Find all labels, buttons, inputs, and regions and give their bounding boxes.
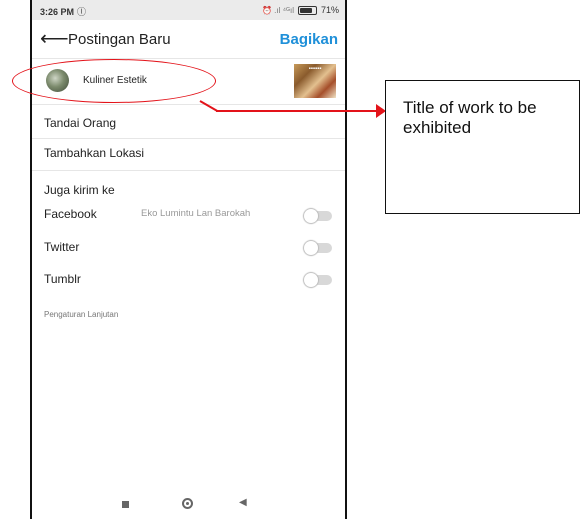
battery-percent: 71%	[320, 5, 339, 15]
divider	[32, 170, 345, 171]
annotation-box: Title of work to be exhibited	[385, 80, 580, 214]
battery-icon	[297, 5, 317, 15]
post-thumbnail: ▪▪▪▪▪▪	[294, 64, 336, 98]
twitter-toggle[interactable]	[304, 241, 332, 255]
annotation-text: Title of work to be exhibited	[403, 98, 537, 137]
facebook-account: Eko Lumintu Lan Barokah	[141, 208, 251, 219]
twitter-label: Twitter	[44, 240, 80, 254]
info-icon: ⓛ	[77, 7, 87, 17]
status-bar: 3:26 PM ⓛ ⏰ .ıl ⁴ᴳıl 71%	[32, 0, 345, 20]
system-nav-bar: ◀	[32, 485, 345, 519]
arrow-left-icon[interactable]: ⟵	[40, 28, 69, 50]
highlight-ellipse	[12, 59, 216, 103]
facebook-label: Facebook	[44, 207, 97, 221]
tag-people-item[interactable]: Tandai Orang	[44, 116, 116, 130]
callout-arrow-line	[216, 110, 377, 112]
page-title: Postingan Baru	[68, 31, 171, 48]
divider	[32, 104, 345, 105]
status-icons: ⏰ .ıl ⁴ᴳıl 71%	[262, 5, 339, 15]
app-header: ⟵ Postingan Baru Bagikan	[32, 26, 345, 56]
signal-icon: ⏰ .ıl ⁴ᴳıl	[261, 5, 294, 15]
recents-square-icon[interactable]	[122, 501, 129, 508]
status-time: 3:26 PM ⓛ	[40, 7, 87, 17]
add-location-item[interactable]: Tambahkan Lokasi	[44, 146, 144, 160]
divider	[32, 138, 345, 139]
tumblr-label: Tumblr	[44, 272, 81, 286]
home-circle-icon[interactable]	[182, 498, 193, 509]
back-triangle-icon[interactable]: ◀	[239, 497, 247, 508]
share-button[interactable]: Bagikan	[280, 31, 338, 48]
tumblr-toggle[interactable]	[304, 273, 332, 287]
thumbnail-label: ▪▪▪▪▪▪	[308, 66, 322, 72]
facebook-toggle[interactable]	[304, 209, 332, 223]
advanced-settings-link[interactable]: Pengaturan Lanjutan	[44, 310, 118, 319]
also-send-to-heading: Juga kirim ke	[44, 183, 115, 197]
